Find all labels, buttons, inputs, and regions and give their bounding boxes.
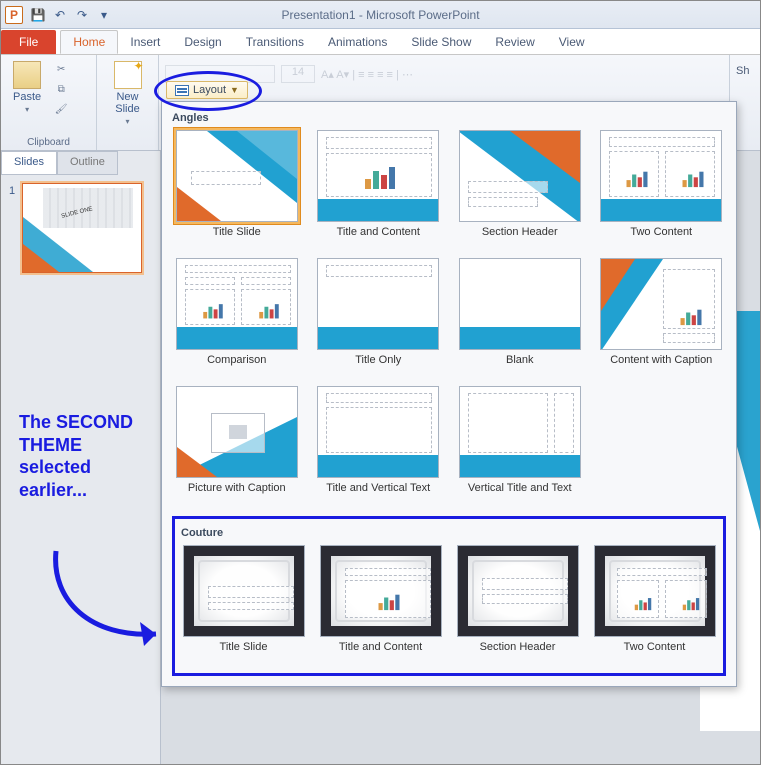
layout-caption: Picture with Caption — [188, 478, 286, 508]
gallery-section-angles: Angles — [172, 108, 726, 130]
group-clipboard-label: Clipboard — [7, 135, 90, 148]
annotation-text: The SECOND THEME selected earlier... — [19, 411, 139, 501]
layout-option-blank[interactable]: Blank — [455, 258, 585, 380]
layout-caption: Title Slide — [220, 637, 268, 667]
save-icon[interactable]: 💾 — [29, 6, 47, 24]
tab-slides-pane[interactable]: Slides — [1, 151, 57, 175]
layout-caption: Title Slide — [213, 222, 261, 252]
layout-option-title-and-vertical-text[interactable]: Title and Vertical Text — [314, 386, 444, 508]
redo-icon[interactable]: ↷ — [73, 6, 91, 24]
ribbon-tabs: File Home Insert Design Transitions Anim… — [1, 29, 760, 55]
layout-option-title-and-content[interactable]: Title and Content — [314, 130, 444, 252]
layout-caption: Comparison — [207, 350, 266, 380]
layout-caption: Title and Vertical Text — [326, 478, 430, 508]
layout-thumb — [317, 130, 439, 222]
layout-button-container: Layout ▼ — [166, 81, 248, 99]
layout-icon — [175, 85, 189, 96]
layout-option-comparison[interactable]: Comparison — [172, 258, 302, 380]
layout-option-title-only[interactable]: Title Only — [314, 258, 444, 380]
layout-thumb — [600, 258, 722, 350]
layout-caption: Title Only — [355, 350, 401, 380]
clipboard-icon — [13, 61, 41, 89]
layout-thumb — [459, 386, 581, 478]
layout-caption: Blank — [506, 350, 534, 380]
layout-option-two-content[interactable]: Two Content — [597, 130, 727, 252]
layout-gallery: Angles Title Slide Title and Content Secti… — [161, 101, 737, 687]
group-slides-label — [103, 146, 152, 148]
layout-option-content-with-caption[interactable]: Content with Caption — [597, 258, 727, 380]
doc-title: Presentation1 — [281, 8, 355, 22]
new-slide-label: New Slide — [115, 91, 139, 115]
gallery-section-couture: Couture — [181, 523, 717, 545]
tab-design[interactable]: Design — [172, 30, 233, 54]
shapes-hint: Sh — [736, 59, 754, 77]
app-name: Microsoft PowerPoint — [366, 8, 479, 22]
layout-caption: Two Content — [630, 222, 692, 252]
layout-caption: Vertical Title and Text — [468, 478, 572, 508]
layout-option-vertical-title-and-text[interactable]: Vertical Title and Text — [455, 386, 585, 508]
tab-transitions[interactable]: Transitions — [234, 30, 316, 54]
new-slide-icon: ✦ — [114, 61, 142, 89]
font-size-box: 14 — [281, 65, 315, 83]
layout-thumb — [320, 545, 442, 637]
annotation-couture-box: Couture Title Slide Title and Content Sect… — [172, 516, 726, 676]
layout-thumb — [176, 258, 298, 350]
layout-option-section-header[interactable]: Section Header — [455, 130, 585, 252]
tab-view[interactable]: View — [547, 30, 597, 54]
slide-thumbnail-1[interactable]: SLIDE ONE — [22, 183, 142, 273]
layout-thumb — [317, 386, 439, 478]
layout-thumb — [600, 130, 722, 222]
layout-thumb — [459, 130, 581, 222]
cut-icon[interactable]: ✂ — [53, 61, 69, 77]
tab-review[interactable]: Review — [483, 30, 546, 54]
layout-thumb — [457, 545, 579, 637]
layout-caption: Title and Content — [339, 637, 422, 667]
tab-insert[interactable]: Insert — [118, 30, 172, 54]
slide-number: 1 — [9, 185, 15, 197]
layout-option-couture-section-header[interactable]: Section Header — [455, 545, 580, 667]
layout-caption: Section Header — [482, 222, 558, 252]
chevron-down-icon: ▼ — [230, 85, 239, 95]
tab-home[interactable]: Home — [60, 30, 118, 54]
layout-caption: Two Content — [624, 637, 686, 667]
format-painter-icon[interactable]: 🖌 — [53, 101, 69, 117]
tab-file[interactable]: File — [1, 30, 56, 54]
layout-label: Layout — [193, 84, 226, 96]
layout-caption: Content with Caption — [610, 350, 712, 380]
layout-option-couture-title-and-content[interactable]: Title and Content — [318, 545, 443, 667]
paste-label: Paste — [13, 91, 41, 103]
tab-animations[interactable]: Animations — [316, 30, 399, 54]
layout-option-couture-title-slide[interactable]: Title Slide — [181, 545, 306, 667]
paste-button[interactable]: Paste ▾ — [7, 59, 47, 117]
app-icon: P — [5, 6, 23, 24]
tab-outline-pane[interactable]: Outline — [57, 151, 118, 175]
undo-icon[interactable]: ↶ — [51, 6, 69, 24]
layout-button[interactable]: Layout ▼ — [166, 81, 248, 99]
layout-thumb — [183, 545, 305, 637]
new-slide-button[interactable]: ✦ New Slide ▾ — [103, 59, 152, 128]
layout-caption: Title and Content — [337, 222, 420, 252]
title-bar: P 💾 ↶ ↷ ▾ Presentation1 - Microsoft Powe… — [1, 1, 760, 29]
layout-option-picture-with-caption[interactable]: Picture with Caption — [172, 386, 302, 508]
layout-thumb — [176, 130, 298, 222]
tab-slideshow[interactable]: Slide Show — [399, 30, 483, 54]
layout-caption: Section Header — [480, 637, 556, 667]
quick-access-toolbar: 💾 ↶ ↷ ▾ — [29, 6, 113, 24]
copy-icon[interactable]: ⧉ — [53, 81, 69, 97]
window-title: Presentation1 - Microsoft PowerPoint — [281, 8, 479, 22]
layout-thumb — [459, 258, 581, 350]
layout-thumb — [176, 386, 298, 478]
layout-thumb — [594, 545, 716, 637]
layout-thumb — [317, 258, 439, 350]
layout-option-title-slide[interactable]: Title Slide — [172, 130, 302, 252]
layout-option-couture-two-content[interactable]: Two Content — [592, 545, 717, 667]
qat-dropdown-icon[interactable]: ▾ — [95, 6, 113, 24]
